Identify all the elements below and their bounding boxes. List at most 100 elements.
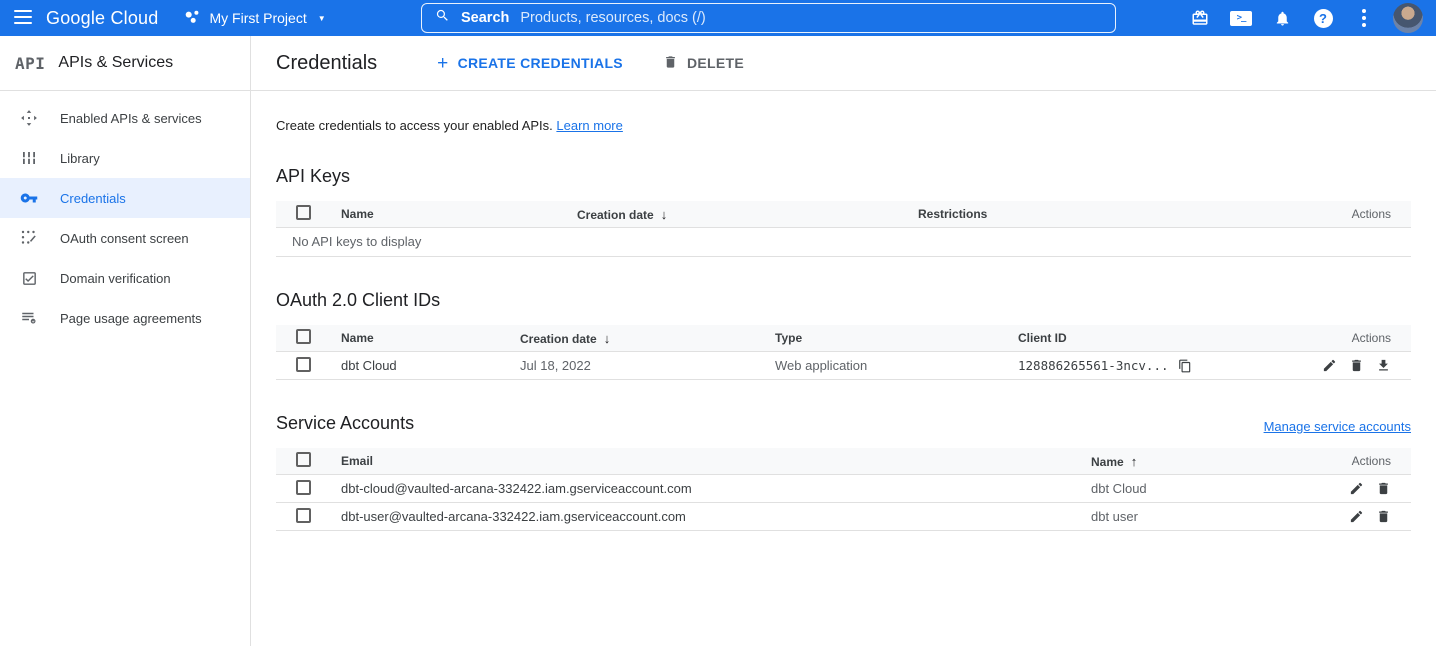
service-account-email: dbt-cloud@vaulted-arcana-332422.iam.gser…: [341, 481, 1091, 496]
sidebar-header: API APIs & Services: [0, 36, 250, 91]
sidebar-item-domain-verification[interactable]: Domain verification: [0, 258, 250, 298]
page-content: Create credentials to access your enable…: [251, 118, 1436, 531]
table-row: dbt-user@vaulted-arcana-332422.iam.gserv…: [276, 503, 1411, 531]
hamburger-menu-button[interactable]: [0, 0, 46, 36]
table-row: dbt-cloud@vaulted-arcana-332422.iam.gser…: [276, 475, 1411, 503]
enabled-apis-icon: [20, 109, 38, 127]
search-label: Search: [461, 10, 509, 26]
hamburger-icon: [14, 10, 32, 27]
column-header-actions: Actions: [1326, 454, 1411, 468]
select-checkbox[interactable]: [296, 480, 311, 495]
sidebar-title: APIs & Services: [58, 54, 173, 72]
gift-icon[interactable]: [1188, 6, 1212, 30]
service-account-name: dbt user: [1091, 509, 1326, 524]
cloud-shell-icon[interactable]: >_: [1229, 6, 1253, 30]
column-header-name[interactable]: Name↑: [1091, 454, 1326, 469]
help-icon[interactable]: ?: [1311, 6, 1335, 30]
row-actions: [1301, 358, 1411, 373]
edit-icon[interactable]: [1349, 509, 1364, 524]
api-product-icon: API: [15, 54, 45, 73]
api-keys-table: Name Creation date↓ Restrictions Actions…: [276, 201, 1411, 257]
sidebar-item-label: OAuth consent screen: [60, 231, 189, 246]
oauth-client-name: dbt Cloud: [341, 358, 520, 373]
sidebar-item-label: Enabled APIs & services: [60, 111, 202, 126]
select-checkbox[interactable]: [296, 508, 311, 523]
sidebar-item-page-usage-agreements[interactable]: Page usage agreements: [0, 298, 250, 338]
sidebar-item-library[interactable]: Library: [0, 138, 250, 178]
column-header-creation-date[interactable]: Creation date↓: [577, 207, 918, 222]
sort-desc-icon: ↓: [604, 331, 611, 346]
notifications-bell-icon[interactable]: [1270, 6, 1294, 30]
column-header-type[interactable]: Type: [775, 331, 1018, 345]
service-accounts-heading-row: Service Accounts Manage service accounts: [276, 413, 1411, 434]
download-icon[interactable]: [1376, 358, 1391, 373]
oauth-client-creation-date: Jul 18, 2022: [520, 358, 775, 373]
copy-icon[interactable]: [1178, 359, 1192, 373]
sort-desc-icon: ↓: [661, 207, 668, 222]
column-header-name[interactable]: Name: [341, 207, 577, 221]
column-header-actions: Actions: [1301, 207, 1411, 221]
agreements-icon: [20, 309, 38, 327]
select-checkbox[interactable]: [296, 357, 311, 372]
column-header-client-id[interactable]: Client ID: [1018, 331, 1301, 345]
project-switcher[interactable]: My First Project ▼: [184, 9, 325, 28]
oauth-table-header: Name Creation date↓ Type Client ID Actio…: [276, 325, 1411, 352]
service-accounts-table: Email Name↑ Actions dbt-cloud@vaulted-ar…: [276, 448, 1411, 531]
column-header-actions: Actions: [1301, 331, 1411, 345]
delete-icon[interactable]: [1376, 481, 1391, 496]
service-accounts-table-header: Email Name↑ Actions: [276, 448, 1411, 475]
sidebar-item-credentials[interactable]: Credentials: [0, 178, 250, 218]
delete-icon[interactable]: [1349, 358, 1364, 373]
page-shell: API APIs & Services Enabled APIs & servi…: [0, 36, 1436, 646]
project-name: My First Project: [209, 10, 306, 26]
column-header-restrictions[interactable]: Restrictions: [918, 207, 1301, 221]
oauth-consent-icon: [20, 229, 38, 247]
oauth-clients-table: Name Creation date↓ Type Client ID Actio…: [276, 325, 1411, 380]
edit-icon[interactable]: [1349, 481, 1364, 496]
delete-icon[interactable]: [1376, 509, 1391, 524]
row-actions: [1326, 509, 1411, 524]
app-root: Google Cloud My First Project ▼ Search >…: [0, 0, 1436, 646]
column-header-creation-date[interactable]: Creation date↓: [520, 331, 775, 346]
sidebar-item-label: Library: [60, 151, 100, 166]
select-all-checkbox[interactable]: [296, 452, 311, 467]
more-vert-icon[interactable]: [1352, 6, 1376, 30]
api-keys-empty-message: No API keys to display: [276, 228, 1411, 257]
service-accounts-heading: Service Accounts: [276, 413, 414, 434]
sidebar-item-oauth-consent[interactable]: OAuth consent screen: [0, 218, 250, 258]
chevron-down-icon: ▼: [318, 14, 326, 23]
select-all-checkbox[interactable]: [296, 329, 311, 344]
topbar-actions: >_ ?: [1188, 3, 1436, 33]
learn-more-link[interactable]: Learn more: [556, 118, 622, 133]
create-credentials-button[interactable]: + CREATE CREDENTIALS: [437, 54, 623, 73]
column-header-name[interactable]: Name: [341, 331, 520, 345]
library-icon: [20, 149, 38, 167]
main-area: Credentials + CREATE CREDENTIALS DELETE …: [251, 36, 1436, 646]
user-avatar[interactable]: [1393, 3, 1423, 33]
manage-service-accounts-link[interactable]: Manage service accounts: [1264, 419, 1411, 434]
page-header: Credentials + CREATE CREDENTIALS DELETE: [251, 36, 1436, 91]
table-row: dbt Cloud Jul 18, 2022 Web application 1…: [276, 352, 1411, 380]
key-icon: [20, 189, 38, 207]
edit-icon[interactable]: [1322, 358, 1337, 373]
google-cloud-logo[interactable]: Google Cloud: [46, 8, 158, 29]
delete-button[interactable]: DELETE: [663, 54, 744, 73]
sidebar-item-label: Domain verification: [60, 271, 171, 286]
sidebar-item-enabled-apis[interactable]: Enabled APIs & services: [0, 98, 250, 138]
select-all-checkbox[interactable]: [296, 205, 311, 220]
api-keys-table-header: Name Creation date↓ Restrictions Actions: [276, 201, 1411, 228]
domain-verification-icon: [20, 269, 38, 287]
intro-text: Create credentials to access your enable…: [276, 118, 1411, 133]
plus-icon: +: [437, 54, 448, 73]
search-bar[interactable]: Search: [421, 3, 1116, 33]
search-input[interactable]: [520, 10, 1102, 26]
sort-asc-icon: ↑: [1131, 454, 1138, 469]
row-actions: [1326, 481, 1411, 496]
oauth-clients-heading: OAuth 2.0 Client IDs: [276, 290, 1411, 311]
sidebar-item-label: Page usage agreements: [60, 311, 202, 326]
column-header-email[interactable]: Email: [341, 454, 1091, 468]
sidebar-item-label: Credentials: [60, 191, 126, 206]
sidebar: API APIs & Services Enabled APIs & servi…: [0, 36, 251, 646]
sidebar-nav: Enabled APIs & services Library Credenti…: [0, 91, 250, 338]
top-app-bar: Google Cloud My First Project ▼ Search >…: [0, 0, 1436, 36]
